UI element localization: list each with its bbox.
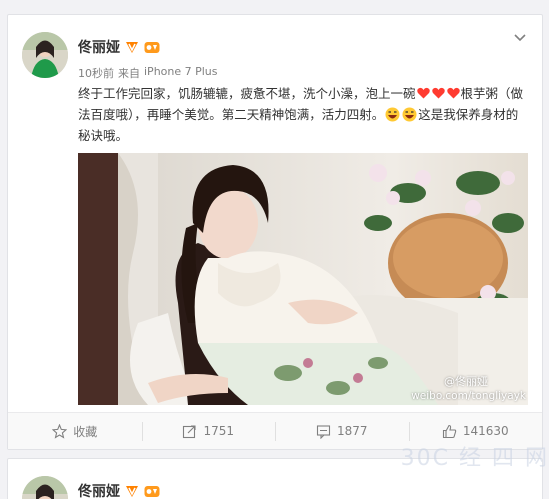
post-time[interactable]: 10秒前 [78, 65, 114, 81]
heart-emoji-icon [446, 87, 460, 99]
watermark-user: @佟丽娅 [444, 375, 488, 388]
author-row: 佟丽娅 [78, 37, 160, 57]
vip-icon[interactable] [144, 41, 160, 54]
comment-button[interactable]: 1877 [275, 413, 409, 449]
laugh-emoji-icon [402, 107, 417, 122]
post-text-part1: 终于工作完回家，饥肠辘辘，疲惫不堪，洗个小澡，泡上一碗 [78, 86, 416, 101]
vip-icon[interactable] [144, 485, 160, 498]
source-prefix: 来自 [118, 67, 140, 80]
post-text: 终于工作完回家，饥肠辘辘，疲惫不堪，洗个小澡，泡上一碗 根芋粥（做法百度哦），再睡… [78, 83, 530, 146]
verified-icon [126, 42, 138, 53]
star-icon [52, 423, 68, 439]
repost-button[interactable]: 1751 [141, 413, 276, 449]
favorite-button[interactable]: 收藏 [8, 413, 142, 449]
repost-count: 1751 [203, 424, 235, 438]
avatar[interactable] [22, 476, 68, 499]
author-row: 佟丽娅 [78, 481, 160, 499]
site-watermark: 30C 经 四 网 [400, 446, 549, 471]
author-name[interactable]: 佟丽娅 [78, 481, 120, 499]
post-meta: 10秒前 来自 iPhone 7 Plus [78, 65, 218, 81]
like-count: 141630 [462, 424, 509, 438]
author-name[interactable]: 佟丽娅 [78, 37, 120, 57]
chevron-down-icon[interactable] [512, 29, 528, 45]
watermark-url: weibo.com/tongliyayk [411, 390, 526, 402]
post-image[interactable]: @佟丽娅 weibo.com/tongliyayk [78, 153, 528, 405]
heart-emoji-icon [416, 87, 430, 99]
favorite-label: 收藏 [73, 424, 98, 439]
heart-emoji-icon [431, 87, 445, 99]
post-source[interactable]: iPhone 7 Plus [144, 65, 218, 81]
laugh-emoji-icon [385, 107, 400, 122]
verified-icon [126, 486, 138, 497]
comment-icon [316, 424, 331, 439]
avatar[interactable] [22, 32, 68, 78]
comment-count: 1877 [336, 424, 368, 438]
weibo-post: 佟丽娅 10秒前 来自 iPhone 7 Plus 终于工作完回家，饥肠辘辘，疲… [7, 14, 543, 450]
like-icon [442, 424, 457, 438]
repost-icon [183, 424, 197, 438]
